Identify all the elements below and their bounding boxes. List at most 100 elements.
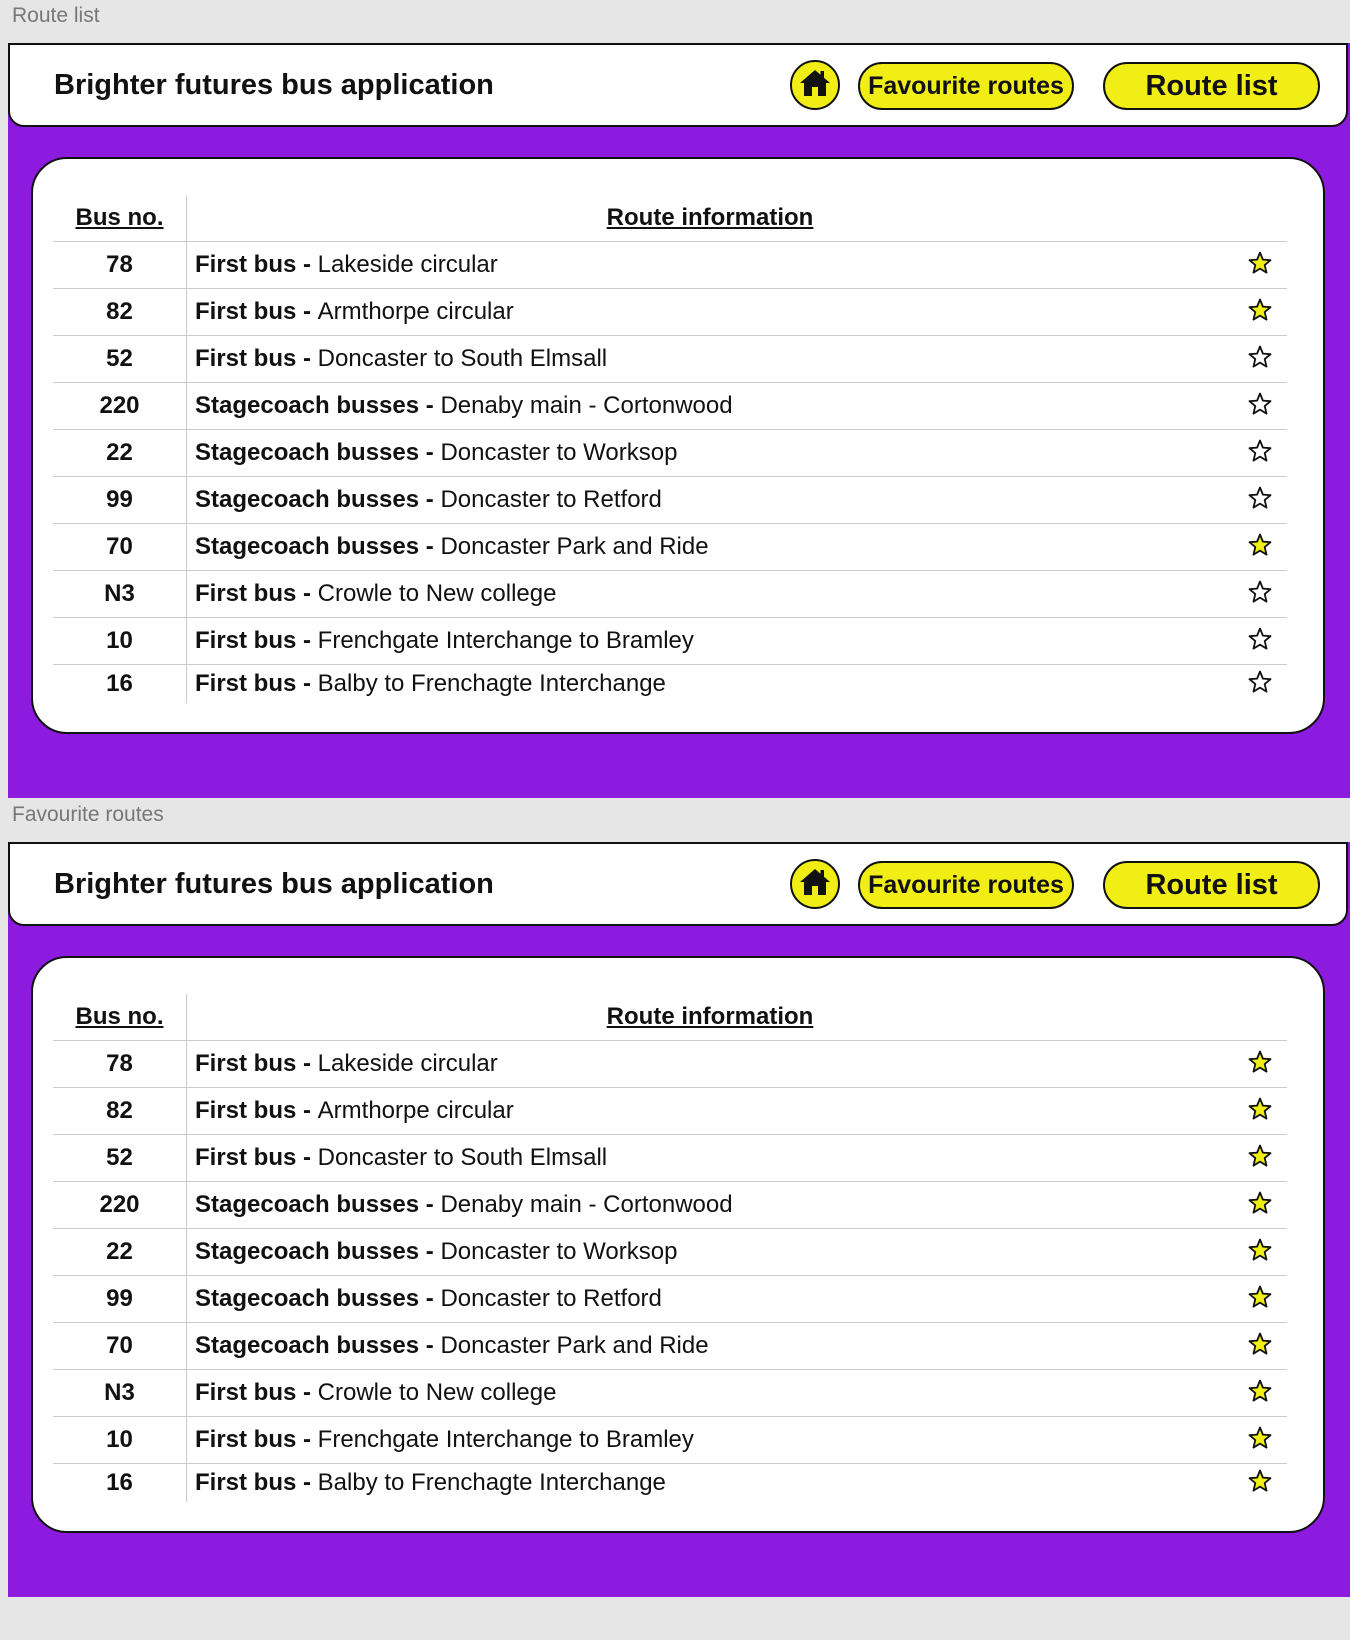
- route-info-header: Route information: [186, 195, 1233, 242]
- artboard-label-route-list: Route list: [12, 4, 100, 27]
- operator-separator: -: [296, 627, 318, 654]
- table-row[interactable]: 78 First bus - Lakeside circular: [53, 241, 1287, 289]
- route-info: First bus - Frenchgate Interchange to Br…: [186, 617, 1233, 665]
- star-filled-icon[interactable]: [1246, 1236, 1274, 1264]
- star-filled-icon[interactable]: [1246, 296, 1274, 324]
- star-outline-icon[interactable]: [1246, 578, 1274, 606]
- bus-operator: First bus: [195, 345, 297, 372]
- table-row[interactable]: 220 Stagecoach busses - Denaby main - Cor…: [53, 1181, 1287, 1229]
- star-filled-icon[interactable]: [1246, 1283, 1274, 1311]
- favourite-cell: [1233, 1134, 1287, 1182]
- star-outline-icon[interactable]: [1246, 668, 1274, 696]
- bus-number: 70: [53, 1322, 187, 1370]
- table-row[interactable]: 99 Stagecoach busses - Doncaster to Retfo…: [53, 476, 1287, 524]
- bus-operator: Stagecoach busses: [195, 533, 420, 560]
- favourite-cell: [1233, 1087, 1287, 1135]
- operator-separator: -: [296, 345, 318, 372]
- star-filled-icon[interactable]: [1246, 1095, 1274, 1123]
- star-outline-icon[interactable]: [1246, 390, 1274, 418]
- table-row[interactable]: 220 Stagecoach busses - Denaby main - Cor…: [53, 382, 1287, 430]
- bus-operator: First bus: [195, 1469, 297, 1496]
- route-name: Denaby main - Cortonwood: [440, 1191, 733, 1218]
- favourite-cell: [1233, 1181, 1287, 1229]
- bus-number: 16: [53, 664, 187, 703]
- route-info: Stagecoach busses - Doncaster to Retford: [186, 1275, 1233, 1323]
- route-name: Frenchgate Interchange to Bramley: [317, 627, 694, 654]
- star-filled-icon[interactable]: [1246, 1048, 1274, 1076]
- route-name: Doncaster to South Elmsall: [317, 345, 608, 372]
- table-row[interactable]: 52 First bus - Doncaster to South Elmsall: [53, 1134, 1287, 1182]
- route-info: First bus - Doncaster to South Elmsall: [186, 335, 1233, 383]
- table-row[interactable]: 10 First bus - Frenchgate Interchange to …: [53, 617, 1287, 665]
- star-filled-icon[interactable]: [1246, 1467, 1274, 1495]
- route-name: Denaby main - Cortonwood: [440, 392, 733, 419]
- star-outline-icon[interactable]: [1246, 484, 1274, 512]
- operator-separator: -: [296, 1426, 318, 1453]
- route-info: First bus - Crowle to New college: [186, 1369, 1233, 1417]
- table-row[interactable]: 16 First bus - Balby to Frenchagte Interc…: [53, 1463, 1287, 1503]
- operator-separator: -: [296, 251, 318, 278]
- star-outline-icon[interactable]: [1246, 625, 1274, 653]
- favourite-routes-button[interactable]: Favourite routes: [858, 62, 1074, 110]
- home-button[interactable]: [790, 60, 840, 110]
- star-filled-icon[interactable]: [1246, 531, 1274, 559]
- bus-no-header: Bus no.: [53, 994, 187, 1041]
- bus-number: 16: [53, 1463, 187, 1502]
- bus-number: N3: [53, 1369, 187, 1417]
- route-info: First bus - Armthorpe circular: [186, 1087, 1233, 1135]
- table-row[interactable]: 10 First bus - Frenchgate Interchange to …: [53, 1416, 1287, 1464]
- table-row[interactable]: 70 Stagecoach busses - Doncaster Park and…: [53, 1322, 1287, 1370]
- table-row[interactable]: N3 First bus - Crowle to New college: [53, 1369, 1287, 1417]
- bus-operator: First bus: [195, 1097, 297, 1124]
- table-row[interactable]: 82 First bus - Armthorpe circular: [53, 1087, 1287, 1135]
- home-icon: [799, 68, 831, 103]
- artboard-label-favourite-routes: Favourite routes: [12, 803, 164, 826]
- app-title: Brighter futures bus application: [54, 868, 494, 900]
- operator-separator: -: [296, 1144, 318, 1171]
- route-list-button[interactable]: Route list: [1103, 62, 1320, 110]
- star-outline-icon[interactable]: [1246, 343, 1274, 371]
- route-info: First bus - Balby to Frenchagte Intercha…: [187, 1464, 1234, 1503]
- star-filled-icon[interactable]: [1246, 1142, 1274, 1170]
- favourite-cell: [1233, 1416, 1287, 1464]
- bus-operator: First bus: [195, 1426, 297, 1453]
- bus-number: 220: [53, 1181, 187, 1229]
- star-filled-icon[interactable]: [1246, 1377, 1274, 1405]
- star-filled-icon[interactable]: [1246, 1330, 1274, 1358]
- favourite-cell: [1233, 1464, 1287, 1503]
- table-row[interactable]: 82 First bus - Armthorpe circular: [53, 288, 1287, 336]
- operator-separator: -: [296, 1097, 318, 1124]
- favourite-header: [1233, 195, 1287, 242]
- bus-operator: First bus: [195, 1144, 297, 1171]
- star-filled-icon[interactable]: [1246, 1424, 1274, 1452]
- route-rows: 78 First bus - Lakeside circular 82 First b…: [53, 1040, 1287, 1503]
- table-row[interactable]: 99 Stagecoach busses - Doncaster to Retfo…: [53, 1275, 1287, 1323]
- home-button[interactable]: [790, 859, 840, 909]
- bus-number: 78: [53, 241, 187, 289]
- favourite-cell: [1233, 617, 1287, 665]
- route-info: First bus - Lakeside circular: [186, 1040, 1233, 1088]
- star-filled-icon[interactable]: [1246, 1189, 1274, 1217]
- table-row[interactable]: 70 Stagecoach busses - Doncaster Park and…: [53, 523, 1287, 571]
- route-info: Stagecoach busses - Doncaster to Worksop: [186, 1228, 1233, 1276]
- route-info-header: Route information: [186, 994, 1233, 1041]
- table-row[interactable]: 22 Stagecoach busses - Doncaster to Works…: [53, 429, 1287, 477]
- star-filled-icon[interactable]: [1246, 249, 1274, 277]
- bus-number: 99: [53, 1275, 187, 1323]
- star-outline-icon[interactable]: [1246, 437, 1274, 465]
- operator-separator: -: [419, 1285, 441, 1312]
- bus-number: 52: [53, 335, 187, 383]
- route-info: Stagecoach busses - Doncaster Park and R…: [186, 1322, 1233, 1370]
- route-list-button[interactable]: Route list: [1103, 861, 1320, 909]
- table-row[interactable]: 16 First bus - Balby to Frenchagte Interc…: [53, 664, 1287, 703]
- table-row[interactable]: 52 First bus - Doncaster to South Elmsall: [53, 335, 1287, 383]
- favourite-routes-button[interactable]: Favourite routes: [858, 861, 1074, 909]
- table-row[interactable]: 78 First bus - Lakeside circular: [53, 1040, 1287, 1088]
- bus-operator: Stagecoach busses: [195, 1332, 420, 1359]
- route-name: Doncaster to Retford: [440, 1285, 662, 1312]
- table-row[interactable]: 22 Stagecoach busses - Doncaster to Works…: [53, 1228, 1287, 1276]
- route-name: Doncaster to Retford: [440, 486, 662, 513]
- home-icon: [799, 867, 831, 902]
- bus-number: 78: [53, 1040, 187, 1088]
- table-row[interactable]: N3 First bus - Crowle to New college: [53, 570, 1287, 618]
